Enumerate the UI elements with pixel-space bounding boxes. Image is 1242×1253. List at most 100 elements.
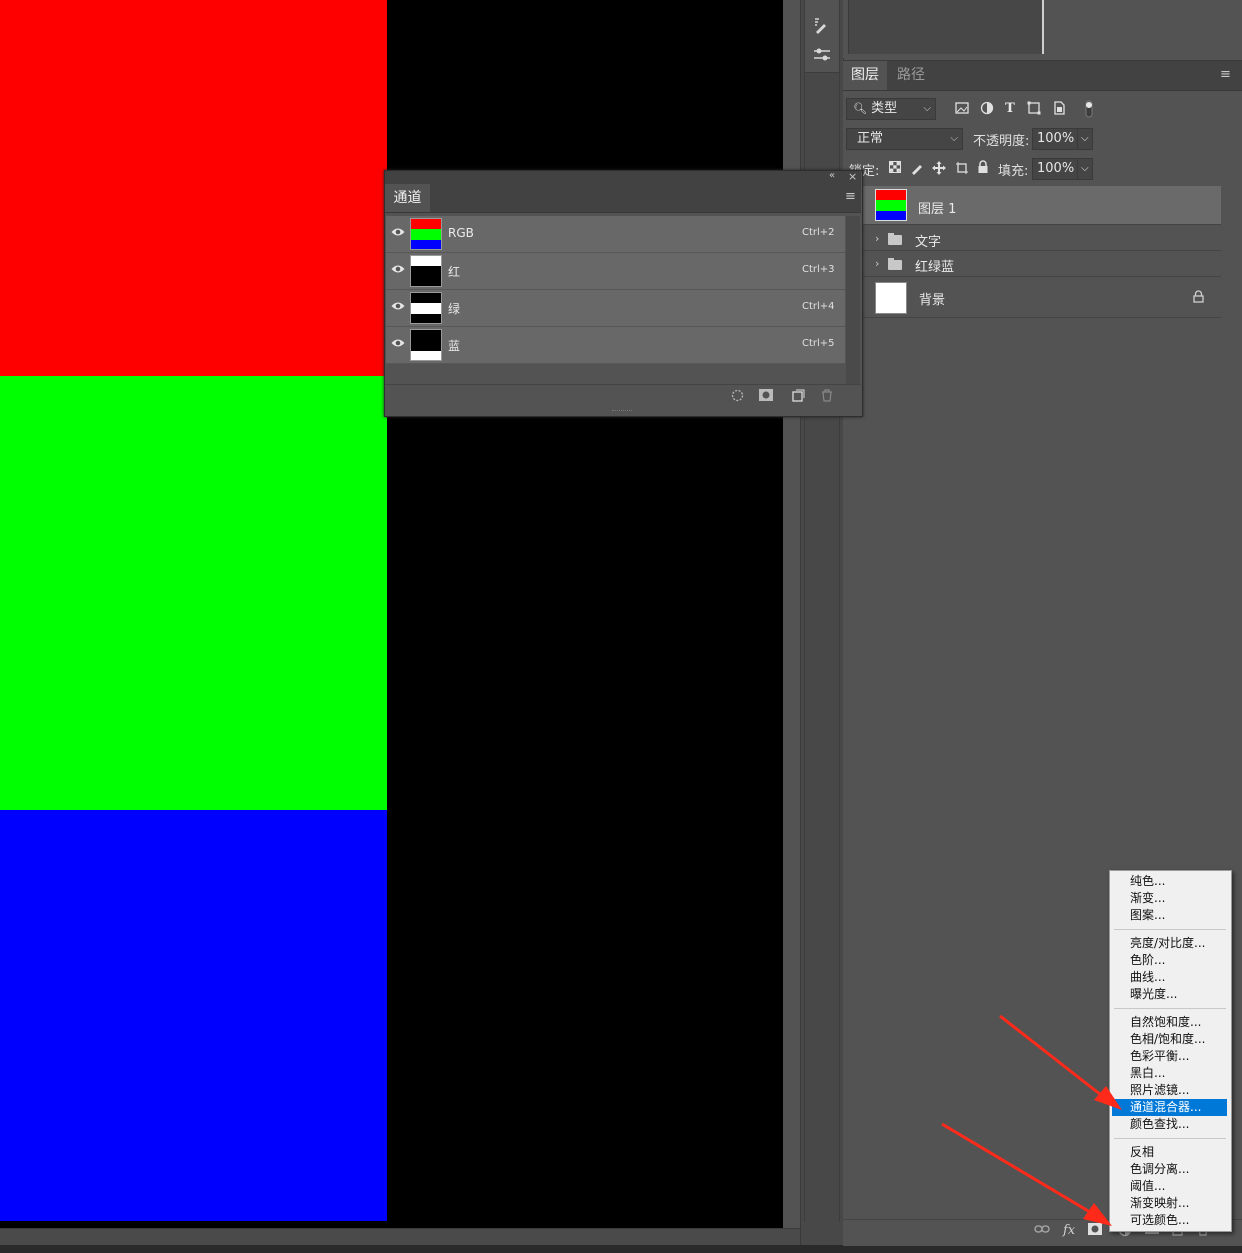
save-selection-icon[interactable]: [759, 389, 773, 405]
chevron-right-icon[interactable]: ›: [875, 232, 879, 245]
chevron-right-icon[interactable]: ›: [875, 257, 879, 270]
link-icon[interactable]: [1034, 1223, 1050, 1238]
adjustments-sliders-icon[interactable]: [812, 45, 832, 65]
mask-icon[interactable]: [1088, 1223, 1102, 1239]
blue-block: [0, 810, 387, 1221]
lock-all-icon[interactable]: [975, 160, 991, 176]
collapse-icon[interactable]: «: [829, 170, 835, 181]
shape-filter-icon[interactable]: [1026, 101, 1042, 117]
channel-thumbnail: [410, 329, 442, 361]
channels-scrollbar[interactable]: [846, 216, 860, 384]
channels-panel-titlebar[interactable]: « ×: [385, 170, 861, 184]
menu-item-curves[interactable]: 曲线...: [1112, 969, 1227, 986]
layer-row[interactable]: [861, 186, 1221, 225]
search-icon: 🔍︎: [853, 102, 867, 115]
channel-shortcut: Ctrl+5: [802, 338, 835, 349]
fill-label: 填充:: [998, 164, 1029, 179]
channel-name[interactable]: 红: [448, 263, 460, 280]
blend-mode-select[interactable]: 正常 ⌵: [846, 128, 963, 150]
layer-group-name[interactable]: 文字: [915, 231, 941, 250]
navigator-preview[interactable]: [848, 0, 1044, 54]
chevron-down-icon: ⌵: [923, 103, 931, 114]
eye-icon[interactable]: [390, 226, 406, 240]
layer-group-name[interactable]: 红绿蓝: [915, 256, 954, 275]
menu-item-color-lookup[interactable]: 颜色查找...: [1112, 1116, 1227, 1133]
horizontal-scrollbar[interactable]: [0, 1228, 800, 1246]
filter-type-value: 类型: [871, 101, 898, 116]
filter-type-select[interactable]: 🔍︎ 类型 ⌵: [846, 98, 936, 120]
opacity-input[interactable]: 100%: [1032, 128, 1078, 150]
channel-shortcut: Ctrl+3: [802, 264, 835, 275]
channels-panel-footer: [385, 384, 861, 411]
blend-mode-value: 正常: [857, 131, 884, 146]
red-block: [0, 0, 387, 376]
lock-artboard-icon[interactable]: [954, 161, 970, 177]
smart-object-filter-icon[interactable]: [1051, 101, 1067, 117]
new-channel-icon[interactable]: [792, 389, 805, 406]
menu-item-hue-saturation[interactable]: 色相/饱和度...: [1112, 1031, 1227, 1048]
menu-separator: [1114, 1008, 1226, 1009]
menu-item-channel-mixer[interactable]: 通道混合器...: [1112, 1099, 1227, 1116]
green-block: [0, 376, 387, 810]
menu-item-pattern[interactable]: 图案...: [1112, 907, 1227, 924]
tab-channels[interactable]: 通道: [385, 184, 430, 212]
eye-icon[interactable]: [390, 263, 406, 277]
layer-name[interactable]: 图层 1: [918, 198, 956, 217]
filter-toggle-icon[interactable]: [1081, 99, 1097, 118]
channel-shortcut: Ctrl+4: [802, 301, 835, 312]
menu-item-gradient[interactable]: 渐变...: [1112, 890, 1227, 907]
menu-item-vibrance[interactable]: 自然饱和度...: [1112, 1014, 1227, 1031]
menu-item-invert[interactable]: 反相: [1112, 1144, 1227, 1161]
delete-channel-icon[interactable]: [821, 389, 833, 406]
menu-separator: [1114, 1138, 1226, 1139]
eye-icon[interactable]: [390, 300, 406, 314]
lock-icon: [1193, 290, 1204, 306]
menu-item-selective-color[interactable]: 可选颜色...: [1112, 1212, 1227, 1229]
opacity-dropdown[interactable]: ⌵: [1077, 128, 1093, 150]
panel-menu-icon[interactable]: ≡: [1220, 68, 1234, 81]
tab-paths[interactable]: 路径: [889, 61, 933, 90]
layer-name[interactable]: 背景: [919, 289, 945, 308]
close-icon[interactable]: ×: [848, 170, 857, 183]
pixel-filter-icon[interactable]: [954, 101, 970, 117]
channel-thumbnail: [410, 292, 442, 324]
fill-dropdown[interactable]: ⌵: [1077, 158, 1093, 180]
resize-grip[interactable]: [612, 410, 632, 414]
load-selection-icon[interactable]: [731, 389, 744, 406]
folder-icon: [888, 233, 902, 245]
brush-settings-icon[interactable]: [812, 16, 832, 36]
menu-item-levels[interactable]: 色阶...: [1112, 952, 1227, 969]
eye-icon[interactable]: [390, 337, 406, 351]
channels-panel-tabbar: [385, 184, 861, 213]
channel-name[interactable]: RGB: [448, 226, 474, 240]
menu-item-photo-filter[interactable]: 照片滤镜...: [1112, 1082, 1227, 1099]
menu-separator: [1114, 929, 1226, 930]
adjustment-filter-icon[interactable]: [979, 101, 995, 117]
fx-icon[interactable]: fx: [1063, 1223, 1075, 1238]
menu-item-posterize[interactable]: 色调分离...: [1112, 1161, 1227, 1178]
layer-row[interactable]: [861, 277, 1221, 318]
menu-item-threshold[interactable]: 阈值...: [1112, 1178, 1227, 1195]
channel-thumbnail: [410, 255, 442, 287]
menu-item-gradient-map[interactable]: 渐变映射...: [1112, 1195, 1227, 1212]
opacity-label: 不透明度:: [973, 134, 1030, 149]
menu-item-black-white[interactable]: 黑白...: [1112, 1065, 1227, 1082]
tab-layers[interactable]: 图层: [843, 61, 887, 90]
channel-shortcut: Ctrl+2: [802, 227, 835, 238]
lock-transparent-pixels-icon[interactable]: [887, 161, 903, 177]
status-bar: [0, 1245, 1242, 1253]
channel-thumbnail: [410, 218, 442, 250]
fill-input[interactable]: 100%: [1032, 158, 1078, 180]
lock-image-pixels-icon[interactable]: [909, 161, 925, 177]
panel-menu-icon[interactable]: ≡: [845, 190, 859, 203]
layer-thumbnail: [875, 189, 907, 221]
menu-item-color-balance[interactable]: 色彩平衡...: [1112, 1048, 1227, 1065]
type-filter-icon[interactable]: T: [1002, 101, 1018, 117]
menu-item-brightness-contrast[interactable]: 亮度/对比度...: [1112, 935, 1227, 952]
lock-position-icon[interactable]: [931, 161, 947, 177]
menu-item-solid-color[interactable]: 纯色...: [1112, 873, 1227, 890]
channel-name[interactable]: 蓝: [448, 337, 460, 354]
menu-item-exposure[interactable]: 曝光度...: [1112, 986, 1227, 1003]
layer-thumbnail: [875, 282, 907, 314]
channel-name[interactable]: 绿: [448, 300, 460, 317]
